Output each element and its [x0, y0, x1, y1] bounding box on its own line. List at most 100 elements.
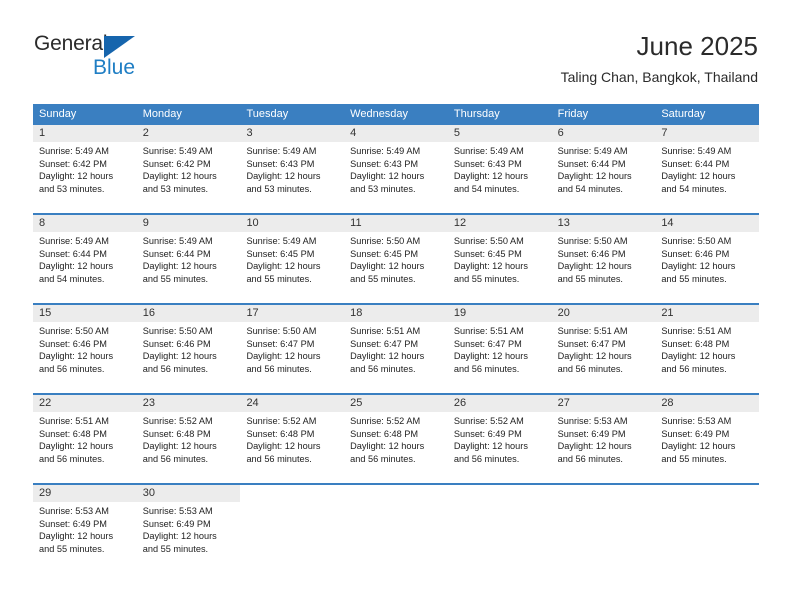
- day-cell[interactable]: 22 Sunrise: 5:51 AM Sunset: 6:48 PM Dayligh…: [33, 395, 137, 483]
- weekday-header-tuesday: Tuesday: [246, 108, 289, 120]
- day-number: 14: [655, 215, 760, 232]
- day-details: Sunrise: 5:49 AM Sunset: 6:43 PM Daylight:…: [240, 142, 344, 195]
- day-details: Sunrise: 5:50 AM Sunset: 6:47 PM Daylight:…: [240, 322, 344, 375]
- blue-flag-triangle-icon: [104, 36, 135, 58]
- day-details: Sunrise: 5:51 AM Sunset: 6:47 PM Daylight:…: [552, 322, 656, 375]
- day-number: 2: [136, 125, 241, 142]
- day-cell[interactable]: 1 Sunrise: 5:49 AM Sunset: 6:42 PM Daylight…: [33, 125, 137, 213]
- sunrise-text: Sunrise: 5:49 AM: [39, 236, 109, 246]
- day-cell[interactable]: 21 Sunrise: 5:51 AM Sunset: 6:48 PM Dayligh…: [655, 305, 760, 393]
- calendar-week-inner: 29 Sunrise: 5:53 AM Sunset: 6:49 PM Dayligh…: [33, 485, 760, 573]
- logo-text-general: General: [34, 32, 108, 55]
- daylight-text-line1: Daylight: 12 hours: [350, 351, 425, 362]
- day-cell[interactable]: 2 Sunrise: 5:49 AM Sunset: 6:42 PM Daylight…: [136, 125, 241, 213]
- day-cell[interactable]: 10 Sunrise: 5:49 AM Sunset: 6:45 PM Dayligh…: [240, 215, 345, 303]
- day-cell[interactable]: 8 Sunrise: 5:49 AM Sunset: 6:44 PM Daylight…: [33, 215, 137, 303]
- day-cell[interactable]: 20 Sunrise: 5:51 AM Sunset: 6:47 PM Dayligh…: [551, 305, 656, 393]
- day-details: Sunrise: 5:49 AM Sunset: 6:43 PM Daylight:…: [448, 142, 552, 195]
- day-cell[interactable]: 6 Sunrise: 5:49 AM Sunset: 6:44 PM Daylight…: [551, 125, 656, 213]
- day-number: 6: [551, 125, 656, 142]
- day-cell[interactable]: 25 Sunrise: 5:52 AM Sunset: 6:48 PM Dayligh…: [344, 395, 448, 483]
- daylight-text-line1: Daylight: 12 hours: [246, 171, 321, 182]
- daylight-text-line1: Daylight: 12 hours: [453, 261, 528, 272]
- day-cell[interactable]: 27 Sunrise: 5:53 AM Sunset: 6:49 PM Dayligh…: [551, 395, 656, 483]
- day-details: Sunrise: 5:52 AM Sunset: 6:48 PM Daylight:…: [344, 412, 448, 465]
- page-subtitle-location: Taling Chan, Bangkok, Thailand: [560, 69, 758, 85]
- day-number: 24: [240, 395, 345, 412]
- daylight-text-line2: and 55 minutes.: [453, 273, 520, 284]
- day-cell[interactable]: 13 Sunrise: 5:50 AM Sunset: 6:46 PM Dayligh…: [551, 215, 656, 303]
- weekday-header-friday: Friday: [557, 108, 589, 120]
- day-details: Sunrise: 5:50 AM Sunset: 6:45 PM Daylight:…: [344, 232, 448, 285]
- calendar-week-row: 8 Sunrise: 5:49 AM Sunset: 6:44 PM Daylight…: [33, 213, 760, 303]
- day-cell[interactable]: 3 Sunrise: 5:49 AM Sunset: 6:43 PM Daylight…: [240, 125, 345, 213]
- daylight-text-line2: and 55 minutes.: [661, 273, 727, 284]
- daylight-text-line1: Daylight: 12 hours: [557, 351, 632, 362]
- daylight-text-line2: and 56 minutes.: [661, 363, 727, 374]
- daylight-text-line2: and 56 minutes.: [453, 453, 520, 464]
- sunrise-text: Sunrise: 5:52 AM: [246, 416, 317, 426]
- sunrise-text: Sunrise: 5:50 AM: [661, 236, 732, 246]
- daylight-text-line2: and 53 minutes.: [350, 183, 416, 194]
- daylight-text-line1: Daylight: 12 hours: [661, 351, 736, 362]
- day-cell[interactable]: 30 Sunrise: 5:53 AM Sunset: 6:49 PM Dayligh…: [136, 485, 241, 573]
- day-cell[interactable]: 18 Sunrise: 5:51 AM Sunset: 6:47 PM Dayligh…: [344, 305, 448, 393]
- day-cell[interactable]: 19 Sunrise: 5:51 AM Sunset: 6:47 PM Dayligh…: [447, 305, 552, 393]
- day-cell[interactable]: 24 Sunrise: 5:52 AM Sunset: 6:48 PM Dayligh…: [240, 395, 345, 483]
- daylight-text-line1: Daylight: 12 hours: [142, 171, 217, 182]
- day-cell-empty: [240, 485, 345, 573]
- daylight-text-line2: and 56 minutes.: [39, 453, 105, 464]
- day-number: 13: [551, 215, 656, 232]
- day-cell[interactable]: 14 Sunrise: 5:50 AM Sunset: 6:46 PM Dayligh…: [655, 215, 760, 303]
- day-number: 16: [136, 305, 241, 322]
- sunrise-text: Sunrise: 5:53 AM: [142, 506, 213, 516]
- daylight-text-line1: Daylight: 12 hours: [557, 171, 632, 182]
- day-details: Sunrise: 5:49 AM Sunset: 6:44 PM Daylight:…: [655, 142, 759, 195]
- daylight-text-line1: Daylight: 12 hours: [557, 441, 632, 452]
- sunset-text: Sunset: 6:43 PM: [246, 158, 315, 169]
- page-header: General Blue June 2025 Taling Chan, Bang…: [0, 0, 792, 96]
- daylight-text-line2: and 56 minutes.: [350, 453, 416, 464]
- weekday-header-row: Sunday Monday Tuesday Wednesday Thursday…: [33, 104, 759, 125]
- day-cell[interactable]: 29 Sunrise: 5:53 AM Sunset: 6:49 PM Dayligh…: [33, 485, 137, 573]
- day-cell[interactable]: 26 Sunrise: 5:52 AM Sunset: 6:49 PM Dayligh…: [447, 395, 552, 483]
- sunrise-text: Sunrise: 5:49 AM: [142, 236, 213, 246]
- weekday-header-sunday: Sunday: [39, 108, 77, 120]
- day-cell[interactable]: 16 Sunrise: 5:50 AM Sunset: 6:46 PM Dayligh…: [136, 305, 241, 393]
- day-number: [447, 485, 552, 502]
- daylight-text-line2: and 55 minutes.: [142, 543, 209, 554]
- calendar-week-row: 15 Sunrise: 5:50 AM Sunset: 6:46 PM Dayligh…: [33, 303, 760, 393]
- day-details: Sunrise: 5:50 AM Sunset: 6:46 PM Daylight:…: [552, 232, 656, 285]
- day-cell[interactable]: 4 Sunrise: 5:49 AM Sunset: 6:43 PM Daylight…: [344, 125, 448, 213]
- day-cell[interactable]: 28 Sunrise: 5:53 AM Sunset: 6:49 PM Dayligh…: [655, 395, 760, 483]
- day-cell[interactable]: 11 Sunrise: 5:50 AM Sunset: 6:45 PM Dayligh…: [344, 215, 448, 303]
- day-cell[interactable]: 23 Sunrise: 5:52 AM Sunset: 6:48 PM Dayligh…: [136, 395, 241, 483]
- daylight-text-line2: and 55 minutes.: [661, 453, 727, 464]
- sunrise-text: Sunrise: 5:51 AM: [39, 416, 109, 426]
- day-number: 7: [655, 125, 760, 142]
- sunset-text: Sunset: 6:46 PM: [557, 248, 626, 259]
- day-cell[interactable]: 5 Sunrise: 5:49 AM Sunset: 6:43 PM Daylight…: [447, 125, 552, 213]
- sunset-text: Sunset: 6:47 PM: [350, 338, 419, 349]
- sunrise-text: Sunrise: 5:49 AM: [453, 146, 524, 156]
- generalblue-logo[interactable]: General Blue: [34, 32, 214, 84]
- calendar-week-inner: 15 Sunrise: 5:50 AM Sunset: 6:46 PM Dayligh…: [33, 305, 760, 393]
- day-number: [240, 485, 345, 502]
- sunset-text: Sunset: 6:48 PM: [142, 428, 211, 439]
- day-cell[interactable]: 17 Sunrise: 5:50 AM Sunset: 6:47 PM Dayligh…: [240, 305, 345, 393]
- day-cell[interactable]: 15 Sunrise: 5:50 AM Sunset: 6:46 PM Dayligh…: [33, 305, 137, 393]
- day-details: Sunrise: 5:49 AM Sunset: 6:44 PM Daylight:…: [33, 232, 137, 285]
- day-cell[interactable]: 12 Sunrise: 5:50 AM Sunset: 6:45 PM Dayligh…: [447, 215, 552, 303]
- day-cell[interactable]: 7 Sunrise: 5:49 AM Sunset: 6:44 PM Daylight…: [655, 125, 760, 213]
- sunset-text: Sunset: 6:49 PM: [661, 428, 730, 439]
- calendar-week-row: 29 Sunrise: 5:53 AM Sunset: 6:49 PM Dayligh…: [33, 483, 760, 573]
- daylight-text-line1: Daylight: 12 hours: [661, 171, 736, 182]
- daylight-text-line2: and 56 minutes.: [142, 453, 209, 464]
- day-details: Sunrise: 5:49 AM Sunset: 6:44 PM Daylight:…: [552, 142, 656, 195]
- day-cell[interactable]: 9 Sunrise: 5:49 AM Sunset: 6:44 PM Daylight…: [136, 215, 241, 303]
- sunset-text: Sunset: 6:44 PM: [661, 158, 730, 169]
- sunset-text: Sunset: 6:44 PM: [39, 248, 107, 259]
- sunrise-text: Sunrise: 5:50 AM: [350, 236, 421, 246]
- day-number: 19: [447, 305, 552, 322]
- day-details: Sunrise: 5:49 AM Sunset: 6:44 PM Daylight:…: [137, 232, 241, 285]
